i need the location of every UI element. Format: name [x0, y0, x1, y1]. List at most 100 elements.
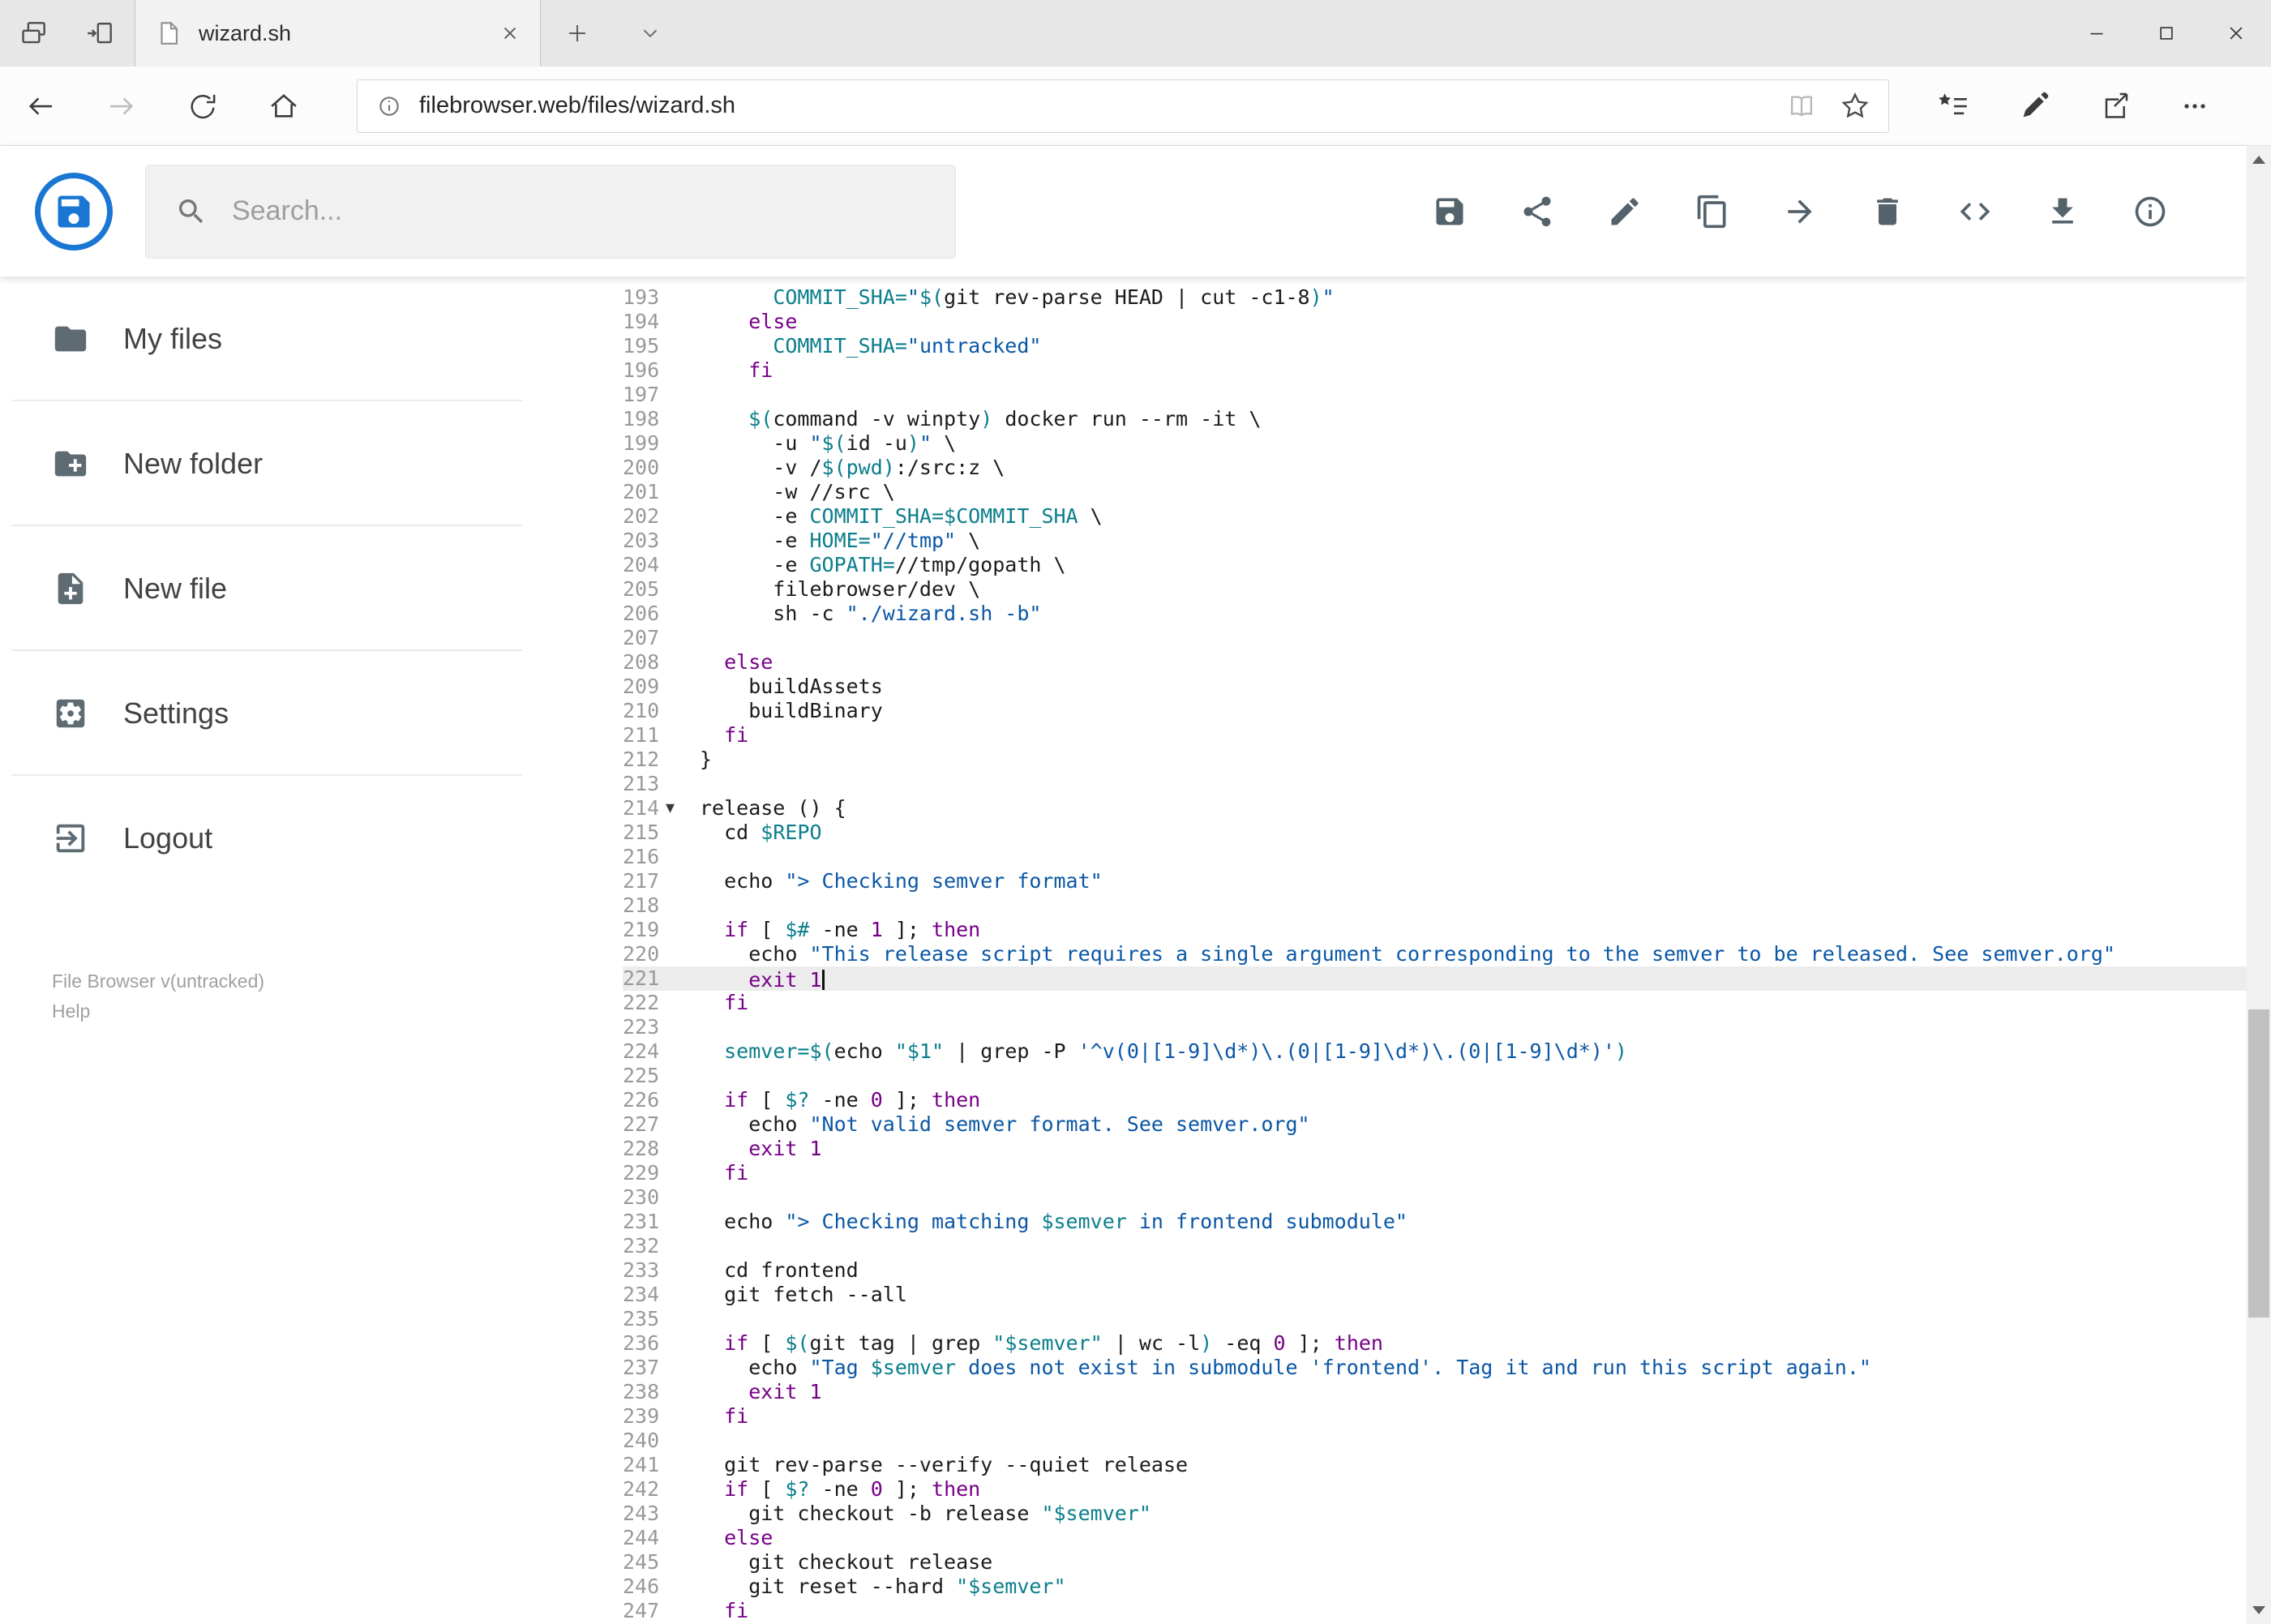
code-line[interactable]: 210 buildBinary — [533, 699, 2247, 723]
sidebar-item-new-file[interactable]: New file — [0, 526, 533, 651]
code-line[interactable]: 211 fi — [533, 723, 2247, 748]
code-line[interactable]: 198 $(command -v winpty) docker run --rm… — [533, 407, 2247, 431]
address-bar[interactable]: filebrowser.web/files/wizard.sh — [357, 79, 1889, 133]
site-info-icon[interactable] — [375, 92, 403, 120]
code-line[interactable]: 238 exit 1 — [533, 1380, 2247, 1404]
app-logo[interactable] — [35, 172, 113, 251]
tab-close-button[interactable] — [499, 23, 521, 44]
close-window-button[interactable] — [2201, 0, 2271, 66]
settings-menu-button[interactable] — [2154, 66, 2235, 146]
share-file-button[interactable] — [1519, 194, 1555, 229]
code-line[interactable]: 222 fi — [533, 991, 2247, 1015]
code-line[interactable]: 218 — [533, 893, 2247, 918]
scroll-up-arrow-icon[interactable] — [2247, 146, 2271, 174]
code-line[interactable]: 199 -u "$(id -u)" \ — [533, 431, 2247, 456]
code-line[interactable]: 227 echo "Not valid semver format. See s… — [533, 1112, 2247, 1137]
code-line[interactable]: 243 git checkout -b release "$semver" — [533, 1502, 2247, 1526]
page-scrollbar[interactable] — [2247, 146, 2271, 1624]
maximize-button[interactable] — [2132, 0, 2201, 66]
code-line[interactable]: 245 git checkout release — [533, 1550, 2247, 1575]
code-line[interactable]: 215 cd $REPO — [533, 821, 2247, 845]
code-editor[interactable]: 193 COMMIT_SHA="$(git rev-parse HEAD | c… — [533, 276, 2247, 1624]
code-line[interactable]: 229 fi — [533, 1161, 2247, 1185]
code-line[interactable]: 204 -e GOPATH=//tmp/gopath \ — [533, 553, 2247, 577]
code-line[interactable]: 240 — [533, 1429, 2247, 1453]
code-line[interactable]: 231 echo "> Checking matching $semver in… — [533, 1210, 2247, 1234]
code-line[interactable]: 194 else — [533, 310, 2247, 334]
code-line[interactable]: 225 — [533, 1064, 2247, 1088]
code-line[interactable]: 216 — [533, 845, 2247, 869]
info-button[interactable] — [2132, 194, 2168, 229]
code-line[interactable]: 242 if [ $? -ne 0 ]; then — [533, 1477, 2247, 1502]
code-line[interactable]: 200 -v /$(pwd):/src:z \ — [533, 456, 2247, 480]
code-line[interactable]: 236 if [ $(git tag | grep "$semver" | wc… — [533, 1331, 2247, 1356]
code-line[interactable]: 234 git fetch --all — [533, 1283, 2247, 1307]
sidebar-item-my-files[interactable]: My files — [0, 276, 533, 401]
code-line[interactable]: 206 sh -c "./wizard.sh -b" — [533, 602, 2247, 626]
code-line[interactable]: 209 buildAssets — [533, 675, 2247, 699]
refresh-button[interactable] — [162, 66, 243, 146]
code-line[interactable]: 223 — [533, 1015, 2247, 1039]
scroll-down-arrow-icon[interactable] — [2247, 1596, 2271, 1624]
move-button[interactable] — [1782, 194, 1818, 229]
sidebar-item-logout[interactable]: Logout — [0, 776, 533, 901]
code-line[interactable]: 214 ▾ release () { — [533, 796, 2247, 821]
code-line[interactable]: 221 exit 1 — [533, 966, 2247, 992]
code-line[interactable]: 207 — [533, 626, 2247, 650]
code-line[interactable]: 241 git rev-parse --verify --quiet relea… — [533, 1453, 2247, 1477]
home-button[interactable] — [243, 66, 324, 146]
code-line[interactable]: 212} — [533, 748, 2247, 772]
copy-button[interactable] — [1695, 194, 1730, 229]
code-line[interactable]: 203 -e HOME="//tmp" \ — [533, 529, 2247, 553]
reading-view-icon[interactable] — [1786, 91, 1817, 122]
code-line[interactable]: 235 — [533, 1307, 2247, 1331]
hub-button[interactable] — [1913, 66, 1994, 146]
code-line[interactable]: 247 fi — [533, 1599, 2247, 1623]
save-button[interactable] — [1432, 194, 1468, 229]
search-box[interactable] — [145, 164, 956, 259]
code-line[interactable]: 196 fi — [533, 358, 2247, 383]
code-line[interactable]: 232 — [533, 1234, 2247, 1258]
code-line[interactable]: 197 — [533, 383, 2247, 407]
code-line[interactable]: 239 fi — [533, 1404, 2247, 1429]
code-line[interactable]: 237 echo "Tag $semver does not exist in … — [533, 1356, 2247, 1380]
favorite-star-icon[interactable] — [1840, 91, 1870, 122]
code-line[interactable]: 228 exit 1 — [533, 1137, 2247, 1161]
sidebar-item-new-folder[interactable]: New folder — [0, 401, 533, 526]
tab-preview-button[interactable] — [16, 15, 52, 51]
share-button[interactable] — [2074, 66, 2154, 146]
web-notes-button[interactable] — [1994, 66, 2074, 146]
back-button[interactable] — [0, 66, 81, 146]
code-line[interactable]: 195 COMMIT_SHA="untracked" — [533, 334, 2247, 358]
delete-button[interactable] — [1870, 194, 1905, 229]
forward-button[interactable] — [81, 66, 162, 146]
code-line[interactable]: 193 COMMIT_SHA="$(git rev-parse HEAD | c… — [533, 285, 2247, 310]
code-line[interactable]: 224 semver=$(echo "$1" | grep -P '^v(0|[… — [533, 1039, 2247, 1064]
code-line[interactable]: 201 -w //src \ — [533, 480, 2247, 504]
fold-arrow-icon[interactable]: ▾ — [659, 796, 700, 821]
download-button[interactable] — [2045, 194, 2080, 229]
minimize-button[interactable] — [2062, 0, 2132, 66]
set-tabs-aside-button[interactable] — [83, 15, 118, 51]
browser-tab[interactable]: wizard.sh — [135, 0, 541, 66]
code-line[interactable]: 226 if [ $? -ne 0 ]; then — [533, 1088, 2247, 1112]
code-view-button[interactable] — [1957, 194, 1993, 229]
url-text[interactable]: filebrowser.web/files/wizard.sh — [419, 92, 1770, 119]
sidebar-item-settings[interactable]: Settings — [0, 651, 533, 776]
code-line[interactable]: 208 else — [533, 650, 2247, 675]
rename-button[interactable] — [1607, 194, 1643, 229]
code-line[interactable]: 233 cd frontend — [533, 1258, 2247, 1283]
code-line[interactable]: 220 echo "This release script requires a… — [533, 942, 2247, 966]
code-line[interactable]: 219 if [ $# -ne 1 ]; then — [533, 918, 2247, 942]
code-line[interactable]: 244 else — [533, 1526, 2247, 1550]
code-line[interactable]: 230 — [533, 1185, 2247, 1210]
scrollbar-thumb[interactable] — [2248, 1009, 2269, 1318]
code-line[interactable]: 205 filebrowser/dev \ — [533, 577, 2247, 602]
code-line[interactable]: 246 git reset --hard "$semver" — [533, 1575, 2247, 1599]
help-link[interactable]: Help — [52, 996, 264, 1026]
code-line[interactable]: 202 -e COMMIT_SHA=$COMMIT_SHA \ — [533, 504, 2247, 529]
new-tab-button[interactable] — [541, 0, 614, 66]
search-input[interactable] — [232, 195, 926, 227]
tab-list-button[interactable] — [614, 0, 687, 66]
code-line[interactable]: 217 echo "> Checking semver format" — [533, 869, 2247, 893]
